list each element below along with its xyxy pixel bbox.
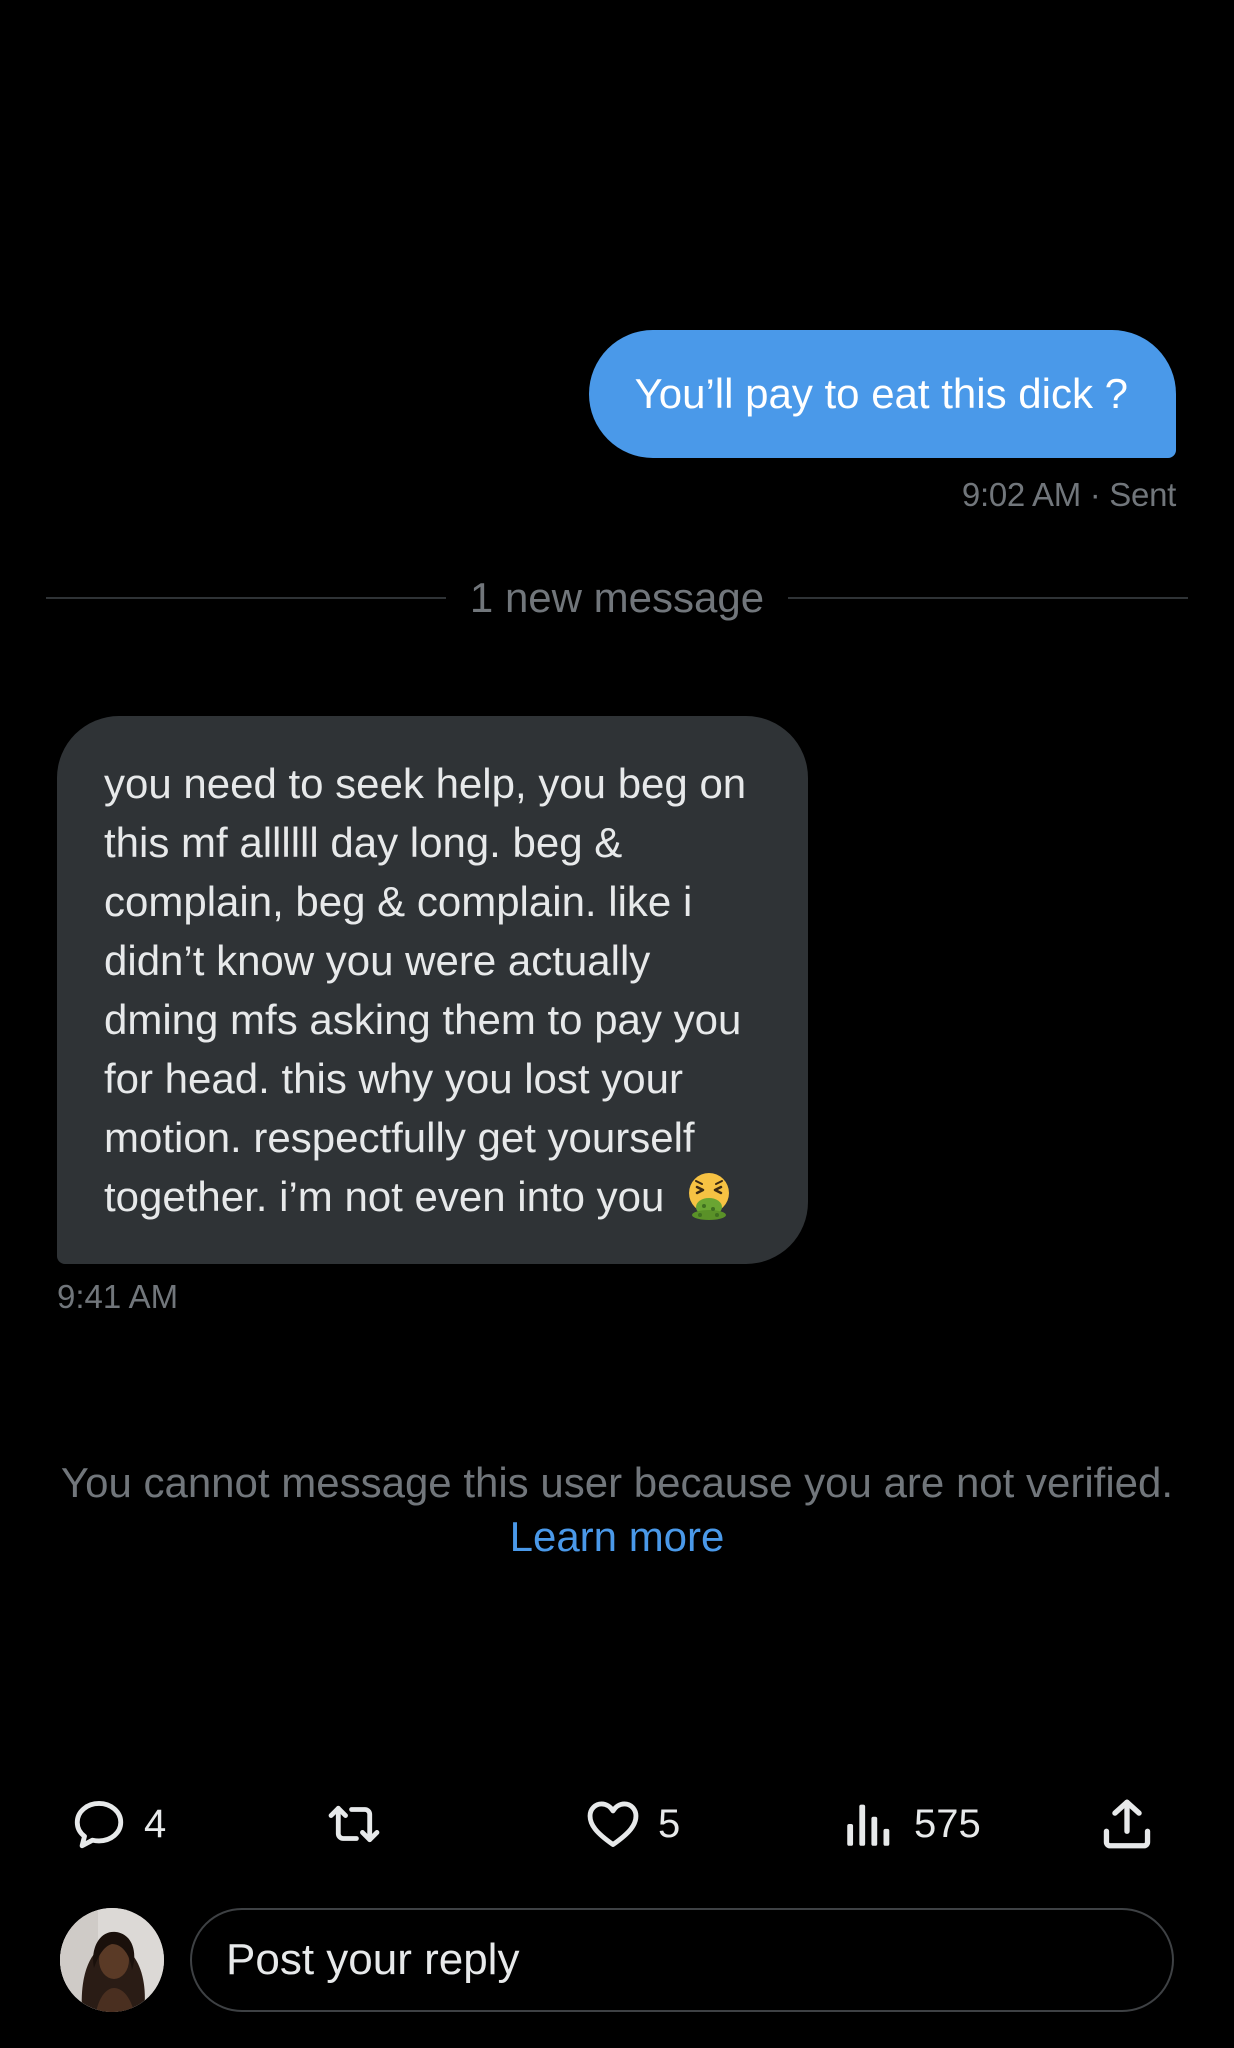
views-count: 575 — [914, 1801, 981, 1846]
divider-line-left — [46, 597, 446, 599]
avatar[interactable] — [60, 1908, 164, 2012]
heart-icon — [587, 1801, 639, 1847]
like-action[interactable]: 5 — [584, 1792, 680, 1856]
received-message: you need to seek help, you beg on this m… — [57, 716, 808, 1316]
reply-count: 4 — [144, 1801, 167, 1846]
repost-action[interactable] — [325, 1792, 383, 1856]
divider-line-right — [788, 597, 1189, 599]
reply-action[interactable]: 4 — [70, 1792, 166, 1856]
bar-chart-icon — [847, 1804, 890, 1846]
new-message-label: 1 new message — [469, 574, 765, 621]
received-message-bubble[interactable]: you need to seek help, you beg on this m… — [57, 716, 808, 1264]
reply-input[interactable]: Post your reply — [190, 1908, 1174, 2012]
vomiting-face-emoji — [689, 1173, 730, 1220]
not-verified-notice: You cannot message this user because you… — [60, 1456, 1174, 1564]
like-count: 5 — [658, 1801, 681, 1846]
new-message-divider: 1 new message — [46, 574, 1189, 622]
sent-message: You’ll pay to eat this dick ? 9:02 AM · … — [588, 330, 1176, 514]
learn-more-link[interactable]: Learn more — [510, 1513, 725, 1560]
received-message-text: you need to seek help, you beg on this m… — [104, 760, 747, 1220]
reply-input-placeholder: Post your reply — [226, 1935, 520, 1984]
views-action[interactable]: 575 — [840, 1792, 981, 1856]
share-action[interactable] — [1098, 1792, 1156, 1856]
sent-message-timestamp: 9:02 AM · Sent — [961, 476, 1176, 513]
post-action-bar: 4 5 575 — [0, 1792, 1234, 1856]
user-avatar-image — [60, 1908, 164, 2012]
speech-bubble-icon — [74, 1801, 124, 1849]
not-verified-text: You cannot message this user because you… — [60, 1459, 1174, 1506]
sent-message-bubble[interactable]: You’ll pay to eat this dick ? — [588, 330, 1176, 458]
received-message-timestamp: 9:41 AM — [57, 1278, 179, 1315]
repost-arrows-icon — [328, 1805, 380, 1843]
share-upload-icon — [1103, 1799, 1151, 1849]
